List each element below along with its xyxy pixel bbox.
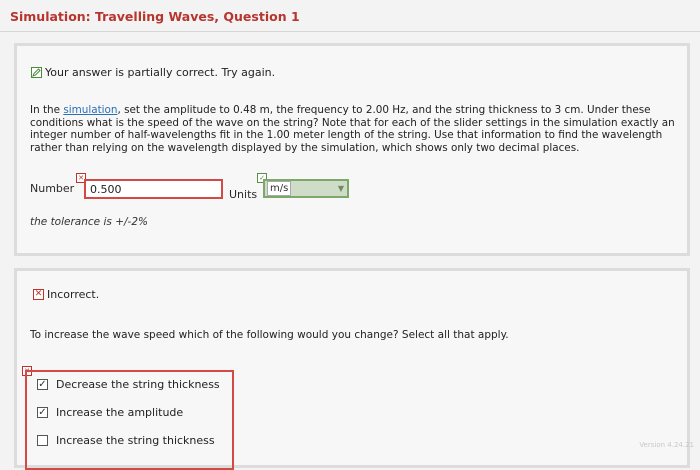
choice-label: Increase the amplitude <box>56 406 184 419</box>
question-text-pre: In the <box>30 104 64 116</box>
x-box-icon: ✕ <box>33 289 44 300</box>
question-text: In the simulation, set the amplitude to … <box>30 104 675 154</box>
question-part-1: Your answer is partially correct. Try ag… <box>14 43 690 256</box>
choice-label: Decrease the string thickness <box>56 378 220 391</box>
header-divider <box>0 31 700 32</box>
status-text: Incorrect. <box>47 288 100 301</box>
status-text: Your answer is partially correct. Try ag… <box>45 66 276 79</box>
units-select[interactable]: m/s ▼ <box>263 179 349 198</box>
choice-decrease-thickness[interactable]: ✓ Decrease the string thickness <box>37 378 220 391</box>
answer-choices: ✓ Decrease the string thickness ✓ Increa… <box>25 370 234 470</box>
checkbox-checked-icon[interactable]: ✓ <box>37 379 48 390</box>
number-label: Number <box>30 182 75 195</box>
pencil-icon <box>31 67 42 78</box>
question-text-post: , set the amplitude to 0.48 m, the frequ… <box>30 104 675 154</box>
question-part-2: ✕ Incorrect. To increase the wave speed … <box>14 268 690 470</box>
tolerance-note: the tolerance is +/-2% <box>30 216 148 228</box>
page-title: Simulation: Travelling Waves, Question 1 <box>10 9 300 24</box>
incorrect-status: ✕ Incorrect. <box>33 288 99 301</box>
chevron-down-icon: ▼ <box>337 184 344 193</box>
choice-increase-thickness[interactable]: Increase the string thickness <box>37 434 215 447</box>
checkbox-checked-icon[interactable]: ✓ <box>37 407 48 418</box>
choice-increase-amplitude[interactable]: ✓ Increase the amplitude <box>37 406 183 419</box>
simulation-link[interactable]: simulation <box>63 104 117 116</box>
checkbox-unchecked-icon[interactable] <box>37 435 48 446</box>
question-text: To increase the wave speed which of the … <box>30 329 509 341</box>
version-label: Version 4.24.21 <box>639 441 694 449</box>
units-selected-value: m/s <box>267 181 292 196</box>
partial-correct-status: Your answer is partially correct. Try ag… <box>31 66 275 79</box>
units-label: Units <box>229 188 258 201</box>
choice-label: Increase the string thickness <box>56 434 215 447</box>
number-input[interactable] <box>84 179 223 199</box>
